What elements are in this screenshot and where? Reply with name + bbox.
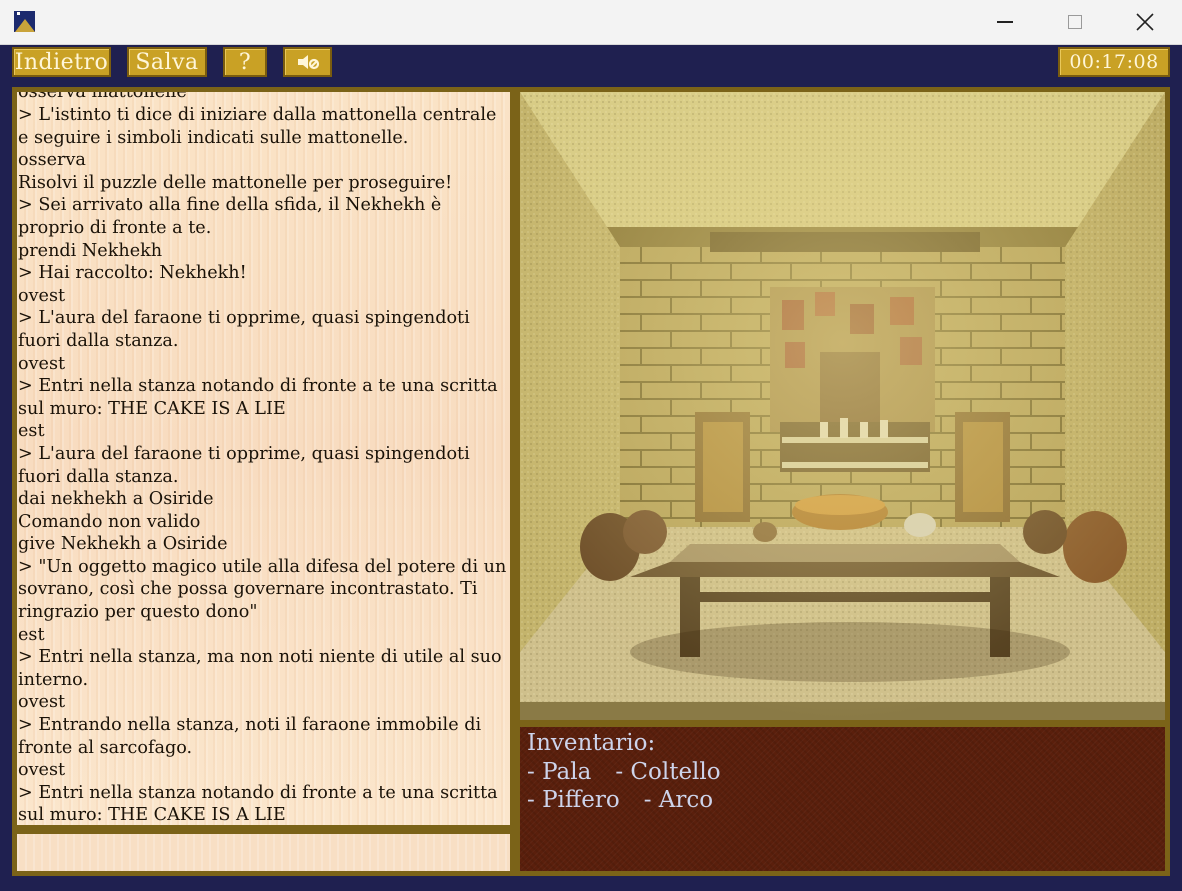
log-line: Risolvi il puzzle delle mattonelle per p… bbox=[18, 172, 453, 193]
log-lines: osserva mattonelle > L'istinto ti dice di… bbox=[17, 92, 510, 825]
log-line: > Entrando nella stanza, noti il faraone… bbox=[18, 715, 482, 758]
command-input[interactable] bbox=[17, 834, 510, 871]
log-line: > L'aura del faraone ti opprime, quasi s… bbox=[18, 308, 470, 351]
inventory-item[interactable]: - Coltello bbox=[615, 758, 720, 787]
log-line: > "Un oggetto magico utile alla difesa d… bbox=[18, 556, 507, 623]
log-line: Comando non valido bbox=[18, 511, 201, 532]
log-line: > L'istinto ti dice di iniziare dalla ma… bbox=[18, 105, 497, 148]
log-line: ovest bbox=[18, 353, 66, 374]
log-line: give Nekhekh a Osiride bbox=[18, 534, 228, 555]
tomb-room-scene bbox=[520, 92, 1165, 720]
log-line: > Entri nella stanza notando di fronte a… bbox=[18, 782, 498, 825]
inventory-item[interactable]: - Pala bbox=[527, 758, 591, 787]
game-toolbar: Indietro Salva ? 00:17:08 bbox=[0, 45, 1182, 83]
log-line: osserva bbox=[18, 150, 86, 171]
elapsed-timer: 00:17:08 bbox=[1058, 47, 1170, 77]
log-line: > Entri nella stanza, ma non noti niente… bbox=[18, 647, 502, 690]
window-titlebar bbox=[0, 0, 1182, 45]
help-button[interactable]: ? bbox=[223, 47, 267, 77]
inventory-items: - Pala - Coltello - Piffero - Arco bbox=[527, 758, 847, 815]
log-line: est bbox=[18, 624, 45, 645]
command-input-panel bbox=[12, 829, 515, 876]
save-button[interactable]: Salva bbox=[127, 47, 207, 77]
scene-panel bbox=[515, 87, 1170, 725]
log-line: ovest bbox=[18, 760, 66, 781]
inventory-item[interactable]: - Piffero bbox=[527, 786, 620, 815]
minimize-icon bbox=[997, 21, 1013, 23]
inventory-box: Inventario: - Pala - Coltello - Piffero - A… bbox=[520, 727, 1165, 871]
log-line: ovest bbox=[18, 285, 66, 306]
game-log[interactable]: osserva mattonelle > L'istinto ti dice di… bbox=[17, 92, 510, 825]
pyramid-app-icon bbox=[14, 11, 35, 32]
log-line: > L'aura del faraone ti opprime, quasi s… bbox=[18, 443, 470, 487]
log-line: est bbox=[18, 421, 45, 442]
close-button[interactable] bbox=[1110, 0, 1180, 44]
log-line: > Hai raccolto: Nekhekh! bbox=[18, 263, 247, 284]
maximize-icon bbox=[1068, 15, 1082, 29]
maximize-button[interactable] bbox=[1040, 0, 1110, 44]
close-icon bbox=[1136, 13, 1154, 31]
inventory-item[interactable]: - Arco bbox=[644, 786, 713, 815]
speaker-muted-icon bbox=[297, 55, 319, 70]
sound-toggle-button[interactable] bbox=[283, 47, 332, 77]
log-line: > Entri nella stanza notando di fronte a… bbox=[18, 376, 498, 419]
log-line: osserva mattonelle bbox=[18, 92, 187, 103]
game-log-panel: osserva mattonelle > L'istinto ti dice di… bbox=[12, 87, 515, 830]
minimize-button[interactable] bbox=[970, 0, 1040, 44]
inventory-title: Inventario: bbox=[527, 730, 656, 756]
inventory-panel: Inventario: - Pala - Coltello - Piffero - A… bbox=[515, 722, 1170, 876]
log-line: > Sei arrivato alla fine della sfida, il… bbox=[18, 195, 442, 238]
back-button[interactable]: Indietro bbox=[12, 47, 111, 77]
log-line: prendi Nekhekh bbox=[18, 240, 163, 261]
log-line: ovest bbox=[18, 692, 66, 713]
log-line: dai nekhekh a Osiride bbox=[18, 489, 214, 510]
